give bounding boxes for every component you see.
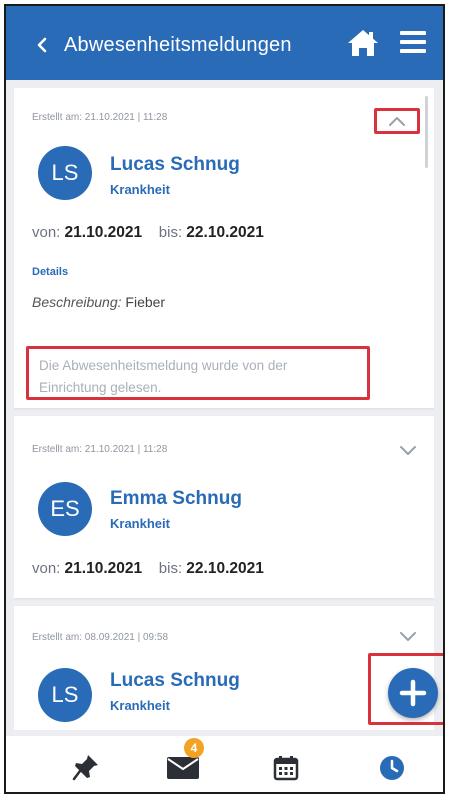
tab-calendar[interactable]	[256, 736, 316, 792]
scrollbar[interactable]	[425, 96, 428, 168]
messages-badge: 4	[184, 738, 204, 758]
chevron-up-icon	[389, 117, 405, 126]
person-name: Lucas Schnug	[110, 154, 240, 175]
to-date: 22.10.2021	[186, 224, 264, 241]
plus-icon	[399, 679, 427, 707]
from-date: 21.10.2021	[64, 224, 143, 241]
avatar: LS	[38, 146, 92, 200]
add-button[interactable]	[388, 668, 438, 718]
created-date: Erstellt am: 21.10.2021 | 11:28	[32, 444, 168, 455]
chevron-left-icon[interactable]	[32, 34, 54, 56]
absence-list: Erstellt am: 21.10.2021 | 11:28 LS Lucas…	[14, 80, 434, 730]
details-link[interactable]: Details	[32, 266, 68, 278]
absence-reason: Krankheit	[110, 516, 170, 531]
tab-history[interactable]	[362, 736, 422, 792]
to-label: bis:	[158, 224, 183, 241]
expand-toggle[interactable]	[394, 626, 422, 646]
from-date: 21.10.2021	[64, 560, 143, 577]
avatar: ES	[38, 482, 92, 536]
date-range: von: 21.10.2021 bis: 22.10.2021	[32, 560, 264, 578]
absence-reason: Krankheit	[110, 698, 170, 713]
description-value: Fieber	[125, 294, 166, 310]
person-name: Emma Schnug	[110, 488, 242, 509]
from-label: von:	[32, 224, 61, 241]
to-label: bis:	[158, 560, 183, 577]
page-title: Abwesenheitsmeldungen	[64, 34, 292, 56]
read-notice: Die Abwesenheitsmeldung wurde von der Ei…	[26, 346, 370, 400]
chevron-down-icon	[400, 632, 416, 641]
description-label: Beschreibung:	[32, 294, 122, 310]
collapse-toggle[interactable]	[374, 108, 420, 134]
menu-icon[interactable]	[400, 31, 426, 53]
bottom-tab-bar: 4	[6, 736, 443, 792]
chevron-down-icon	[400, 446, 416, 455]
absence-reason: Krankheit	[110, 182, 170, 197]
person-name: Lucas Schnug	[110, 670, 240, 691]
avatar: LS	[38, 668, 92, 722]
created-date: Erstellt am: 08.09.2021 | 09:58	[32, 632, 169, 643]
home-icon[interactable]	[346, 28, 380, 58]
created-date: Erstellt am: 21.10.2021 | 11:28	[32, 112, 168, 123]
absence-card: Erstellt am: 21.10.2021 | 11:28 LS Lucas…	[14, 88, 434, 408]
expand-toggle[interactable]	[394, 440, 422, 460]
to-date: 22.10.2021	[186, 560, 264, 577]
add-button-highlight	[368, 653, 443, 725]
description: Beschreibung: Fieber	[32, 294, 165, 310]
tab-messages[interactable]: 4	[154, 736, 214, 792]
app-header: Abwesenheitsmeldungen	[6, 6, 443, 80]
from-label: von:	[32, 560, 61, 577]
calendar-icon	[273, 756, 299, 781]
tab-pinboard[interactable]	[56, 736, 116, 792]
date-range: von: 21.10.2021 bis: 22.10.2021	[32, 224, 264, 242]
absence-card: Erstellt am: 21.10.2021 | 11:28 ES Emma …	[14, 416, 434, 598]
app-frame: Abwesenheitsmeldungen Erstellt am: 21.10…	[4, 4, 445, 794]
pin-icon	[72, 755, 98, 781]
clock-icon	[380, 756, 404, 780]
envelope-icon	[167, 757, 199, 779]
